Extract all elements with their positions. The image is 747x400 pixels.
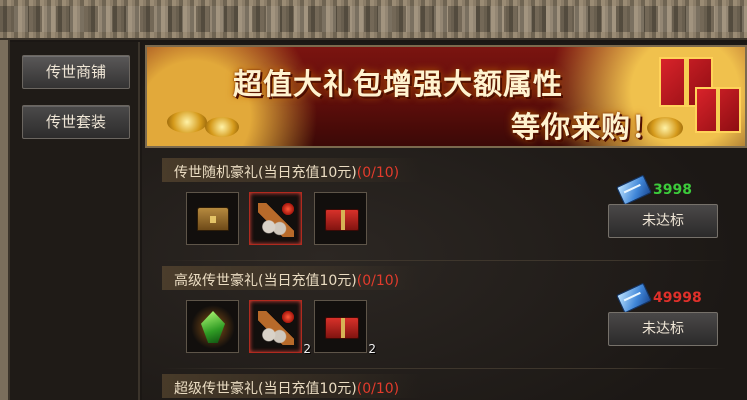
- reward-item-slot[interactable]: [314, 192, 367, 245]
- gold-ingot-icon: [205, 117, 239, 137]
- ticket-currency-icon: [616, 282, 652, 314]
- divider: [162, 260, 727, 261]
- package-price: 49998: [653, 290, 702, 306]
- claim-status-button[interactable]: 未达标: [608, 204, 718, 238]
- banner-subline: 等你来购！: [511, 110, 662, 144]
- package-count: (0/10): [356, 165, 400, 181]
- package-count: (0/10): [356, 273, 400, 289]
- sidebar-item-shop[interactable]: 传世商铺: [22, 55, 130, 89]
- package-row: 传世随机豪礼(当日充值10元)(0/10) 3998 未达标: [142, 154, 747, 262]
- scroll-bundle-icon: [258, 311, 294, 345]
- treasure-chest-icon: [197, 207, 229, 231]
- reward-item-slot[interactable]: [186, 300, 239, 353]
- package-row: 超级传世豪礼(当日充值10元)(0/10): [142, 370, 747, 400]
- red-gift-box-icon: [325, 209, 359, 231]
- package-title: 超级传世豪礼(当日充值10元)(0/10): [174, 381, 400, 397]
- package-price: 3998: [653, 182, 692, 198]
- reward-item-slot[interactable]: [186, 192, 239, 245]
- gold-ingot-icon: [167, 111, 207, 133]
- gift-box-icon: [695, 87, 741, 133]
- claim-status-button[interactable]: 未达标: [608, 312, 718, 346]
- reward-item-slot[interactable]: 2: [249, 300, 311, 356]
- left-frame-border: [0, 40, 10, 400]
- package-count: (0/10): [356, 381, 400, 397]
- package-title: 高级传世豪礼(当日充值10元)(0/10): [174, 273, 400, 289]
- package-row: 高级传世豪礼(当日充值10元)(0/10) 2 2 49998 未达标: [142, 262, 747, 370]
- promo-banner: 超值大礼包增强大额属性 等你来购！: [145, 45, 747, 148]
- divider: [162, 368, 727, 369]
- top-frame-border: [0, 0, 747, 40]
- item-quantity: 2: [303, 342, 311, 356]
- sidebar: 传世商铺 传世套装: [10, 42, 140, 400]
- package-title: 传世随机豪礼(当日充值10元)(0/10): [174, 165, 400, 181]
- sidebar-item-set[interactable]: 传世套装: [22, 105, 130, 139]
- red-gift-box-icon: [325, 317, 359, 339]
- scroll-bundle-icon: [258, 203, 294, 237]
- item-quantity: 2: [368, 342, 376, 356]
- main-panel: 超值大礼包增强大额属性 等你来购！ 传世随机豪礼(当日充值10元)(0/10) …: [142, 42, 747, 400]
- reward-item-slot[interactable]: 2: [314, 300, 376, 356]
- reward-item-slot[interactable]: [249, 192, 302, 245]
- banner-headline: 超值大礼包增强大额属性: [233, 67, 564, 101]
- ticket-currency-icon: [616, 174, 652, 206]
